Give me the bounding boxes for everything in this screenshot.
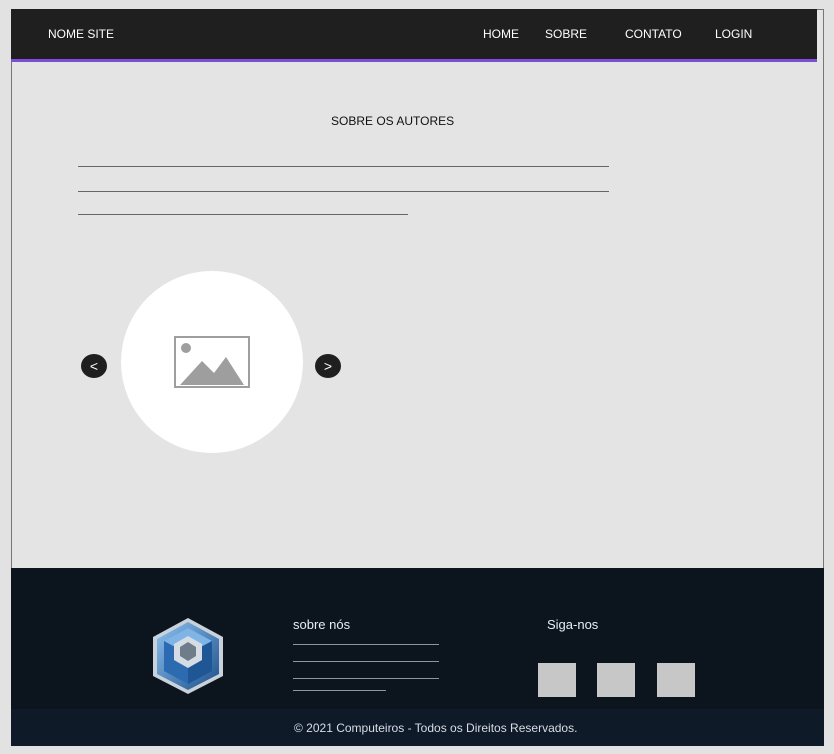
- nav-contato[interactable]: CONTATO: [625, 27, 682, 41]
- about-title: sobre nós: [293, 617, 351, 632]
- social-icon-3[interactable]: [657, 663, 695, 697]
- image-placeholder-icon: [174, 336, 250, 388]
- follow-title: Siga-nos: [547, 617, 599, 632]
- social-icon-2[interactable]: [597, 663, 635, 697]
- copyright-text: © 2021 Computeiros - Todos os Direitos R…: [294, 721, 578, 735]
- about-line: [293, 661, 439, 662]
- nav-home[interactable]: HOME: [483, 27, 519, 41]
- cube-logo-icon: [153, 618, 223, 694]
- text-placeholder-line: [78, 191, 609, 192]
- about-line: [293, 644, 439, 645]
- text-placeholder-line: [78, 166, 609, 167]
- chevron-right-icon: >: [323, 358, 333, 374]
- chevron-left-icon: <: [89, 358, 99, 374]
- text-placeholder-line: [78, 214, 408, 215]
- carousel-next-button[interactable]: >: [315, 354, 341, 378]
- carousel-prev-button[interactable]: <: [81, 354, 107, 378]
- about-line: [293, 678, 439, 679]
- page-title: SOBRE OS AUTORES: [331, 114, 455, 128]
- about-line: [293, 690, 386, 691]
- nav-sobre[interactable]: SOBRE: [545, 27, 587, 41]
- social-icon-1[interactable]: [538, 663, 576, 697]
- nav-login[interactable]: LOGIN: [715, 27, 752, 41]
- site-name[interactable]: NOME SITE: [48, 27, 114, 41]
- top-navbar: NOME SITE HOME SOBRE CONTATO LOGIN: [11, 9, 817, 62]
